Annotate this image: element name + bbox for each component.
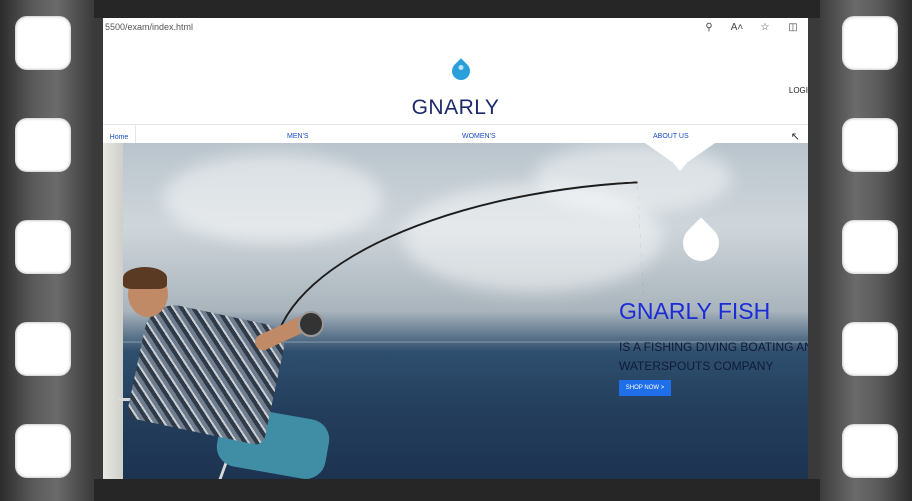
- browser-window: 5500/exam/index.html ⚲ A˄ ☆ ◫ GNARLY LOG…: [103, 18, 808, 479]
- url-text[interactable]: 5500/exam/index.html: [105, 22, 193, 32]
- hero-subtitle-line: WATERSPOUTS COMPANY: [619, 359, 774, 373]
- film-strip-top: [94, 0, 820, 18]
- film-perforation: [15, 118, 71, 172]
- split-screen-icon[interactable]: ◫: [786, 22, 800, 33]
- hero-banner: GNARLY FISH IS A FISHING DIVING BOATING …: [103, 143, 808, 479]
- brand-name[interactable]: GNARLY: [103, 96, 808, 120]
- water-drop-logo-icon[interactable]: [448, 58, 474, 84]
- film-perforation: [842, 118, 898, 172]
- search-icon[interactable]: ⚲: [702, 22, 716, 33]
- hero-subtitle-line: IS A FISHING DIVING BOATING AN: [619, 340, 808, 354]
- shop-now-button[interactable]: SHOP NOW >: [619, 380, 671, 396]
- fisherman-hair: [123, 267, 167, 289]
- mouse-cursor-icon: ↖: [790, 131, 800, 143]
- address-bar[interactable]: 5500/exam/index.html ⚲ A˄ ☆ ◫: [103, 18, 808, 36]
- film-perforation: [15, 322, 71, 376]
- read-aloud-icon[interactable]: A˄: [730, 22, 744, 33]
- film-strip-bottom: [94, 479, 820, 501]
- film-perforation: [15, 220, 71, 274]
- film-perforation: [842, 424, 898, 478]
- nav-item-mens[interactable]: MEN'S: [287, 133, 309, 140]
- favorite-star-icon[interactable]: ☆: [758, 22, 772, 33]
- film-perforation: [15, 424, 71, 478]
- hero-subtitle: IS A FISHING DIVING BOATING AN WATERSPOU…: [619, 338, 808, 376]
- address-bar-icons: ⚲ A˄ ☆ ◫: [702, 22, 800, 33]
- water-drop-icon: [675, 217, 727, 269]
- nav-item-about[interactable]: ABOUT US: [653, 133, 689, 140]
- cloud: [163, 153, 383, 243]
- hero-title: GNARLY FISH: [619, 298, 771, 324]
- film-perforation: [15, 16, 71, 70]
- film-perforation: [842, 220, 898, 274]
- film-perforation: [842, 16, 898, 70]
- fishing-reel: [298, 311, 324, 337]
- login-link[interactable]: LOGI: [789, 86, 808, 95]
- site-header: GNARLY LOGI: [103, 36, 808, 125]
- film-perforation: [842, 322, 898, 376]
- film-strip-left: [0, 0, 94, 501]
- film-strip-right: [818, 0, 912, 501]
- nav-item-womens[interactable]: WOMEN'S: [462, 133, 496, 140]
